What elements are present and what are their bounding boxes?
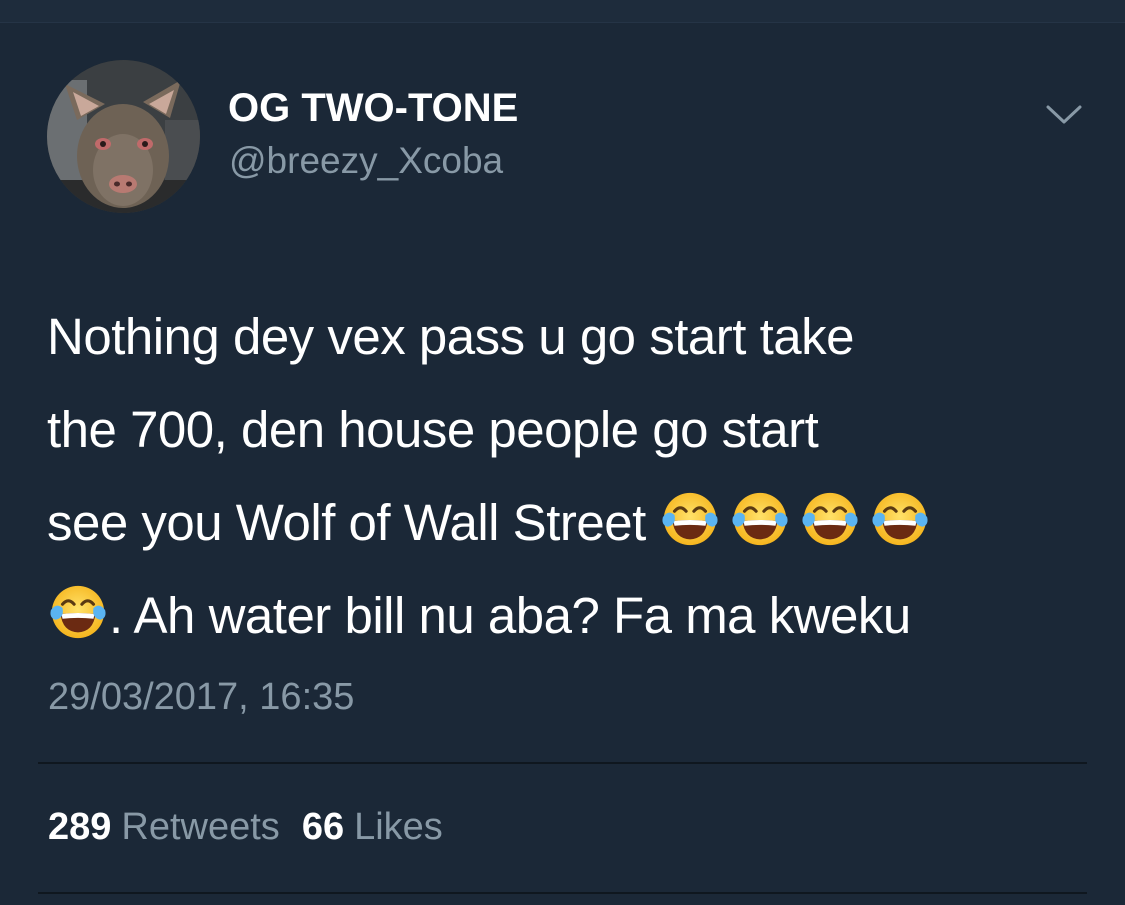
retweets-label: Retweets [121, 806, 280, 848]
joy-emoji-icon [47, 581, 109, 643]
avatar[interactable] [47, 60, 200, 213]
joy-emoji-icon [869, 488, 931, 550]
tweet-line: the 700, den house people go start [47, 401, 819, 458]
divider [38, 762, 1087, 764]
divider [38, 892, 1087, 894]
joy-emoji-icon [659, 488, 721, 550]
tweet-line: . Ah water bill nu aba? Fa ma kweku [47, 569, 1087, 662]
likes-stat[interactable]: 66 Likes [302, 806, 465, 849]
tweet-line-text: . Ah water bill nu aba? Fa ma kweku [109, 587, 911, 644]
retweets-stat[interactable]: 289 Retweets [48, 806, 302, 849]
top-bar [0, 0, 1125, 23]
chevron-down-icon[interactable] [1044, 102, 1084, 128]
tweet-text: Nothing dey vex pass u go start take the… [47, 290, 1087, 662]
joy-emoji-icon [729, 488, 791, 550]
likes-count: 66 [301, 806, 345, 848]
display-name[interactable]: OG TWO-TONE [228, 86, 518, 131]
user-handle[interactable]: @breezy_Xcoba [229, 140, 503, 182]
tweet-line: see you Wolf of Wall Street [47, 476, 1087, 569]
retweets-count: 289 [48, 806, 112, 848]
tweet-timestamp[interactable]: 29/03/2017, 16:35 [48, 676, 354, 719]
tweet-line: Nothing dey vex pass u go start take [47, 308, 854, 365]
joy-emoji-icon [799, 488, 861, 550]
dog-avatar-icon [47, 60, 200, 213]
tweet-stats: 289 Retweets 66 Likes [48, 806, 465, 849]
likes-label: Likes [354, 806, 443, 848]
tweet-line-text: see you Wolf of Wall Street [47, 494, 646, 551]
